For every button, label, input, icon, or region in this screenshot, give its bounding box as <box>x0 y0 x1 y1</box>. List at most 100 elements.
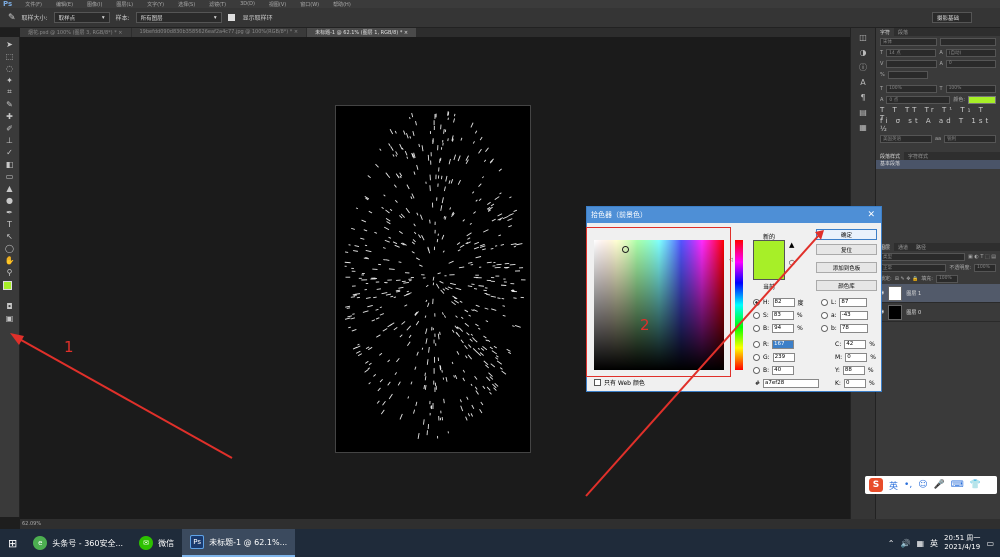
black-input[interactable]: 0 <box>843 379 866 388</box>
doc-tab[interactable]: 烟花.psd @ 100% (图层 3, RGB/8*) * × <box>20 28 131 37</box>
menu-window[interactable]: 窗口(W) <box>293 1 326 8</box>
layer-row[interactable]: ◉ 图层 1 <box>876 284 1000 303</box>
color-libraries-button[interactable]: 颜色库 <box>816 280 877 291</box>
menu-layer[interactable]: 图层(L) <box>109 1 140 8</box>
history-brush-icon[interactable]: ✓ <box>3 147 17 157</box>
taskbar-item-wechat[interactable]: ✉ 微信 <box>131 529 182 557</box>
red-radio[interactable] <box>753 341 760 348</box>
sample-size-select[interactable]: 取样点 ▾ <box>53 12 110 23</box>
menu-select[interactable]: 选择(S) <box>171 1 202 8</box>
lock-icons[interactable]: ⊞ ✎ ✥ 🔒 <box>895 276 919 282</box>
brush-tool-icon[interactable]: ✐ <box>3 123 17 133</box>
info-icon[interactable]: ⓘ <box>856 62 870 73</box>
hscale-field[interactable]: 100% <box>945 84 996 93</box>
saturation-radio[interactable] <box>753 312 760 319</box>
web-safe-icon[interactable]: ⬡ <box>789 259 795 267</box>
green-input[interactable]: 239 <box>772 353 795 362</box>
tab-paragraph-styles[interactable]: 段落样式 <box>876 152 905 160</box>
mic-icon[interactable]: 🎤 <box>934 480 945 490</box>
saturation-input[interactable]: 83 <box>771 311 794 320</box>
windows-icon[interactable]: ⊞ <box>8 537 17 550</box>
history-icon[interactable]: ◫ <box>856 32 870 43</box>
font-style-field[interactable] <box>939 37 996 46</box>
healing-tool-icon[interactable]: ✚ <box>3 111 17 121</box>
shape-tool-icon[interactable]: ◯ <box>3 243 17 253</box>
taskbar-item-photoshop[interactable]: Ps 未标题-1 @ 62.1%... <box>182 529 296 557</box>
brush-panel-icon[interactable]: ▤ <box>856 107 870 118</box>
ok-button[interactable]: 确定 <box>816 229 877 240</box>
eraser-tool-icon[interactable]: ◧ <box>3 159 17 169</box>
quick-mask-icon[interactable]: ◘ <box>3 301 17 311</box>
tab-character[interactable]: 字符 <box>876 28 895 36</box>
skin-icon[interactable]: 👕 <box>970 480 981 490</box>
menu-view[interactable]: 视图(V) <box>262 1 293 8</box>
zoom-tool-icon[interactable]: ⚲ <box>3 267 17 277</box>
font-size-field[interactable]: 14 点 <box>886 48 937 57</box>
hue-radio[interactable] <box>753 299 760 306</box>
magenta-input[interactable]: 0 <box>845 353 868 362</box>
crop-tool-icon[interactable]: ⌗ <box>3 87 17 97</box>
lab-a-radio[interactable] <box>821 312 828 319</box>
clock[interactable]: 20:51 周一 2021/4/19 <box>944 534 980 552</box>
paragraph-icon[interactable]: ¶ <box>856 92 870 103</box>
current-color-swatch[interactable] <box>753 260 785 280</box>
antialias-field[interactable]: 锐利 <box>944 134 997 143</box>
reset-button[interactable]: 复位 <box>816 244 877 255</box>
show-ring-checkbox[interactable] <box>227 14 235 21</box>
opentype-buttons[interactable]: fi σ st A ad T 1st ½ <box>876 117 1000 133</box>
path-select-icon[interactable]: ↖ <box>3 231 17 241</box>
zoom-level[interactable]: 62.09% <box>22 521 41 527</box>
color-icon[interactable]: ◑ <box>856 47 870 58</box>
dialog-titlebar[interactable]: 拾色器（前景色） ✕ <box>587 207 881 223</box>
layer-row[interactable]: ◉ 图层 0 <box>876 303 1000 322</box>
yellow-input[interactable]: 88 <box>842 366 865 375</box>
kerning-field[interactable] <box>886 59 937 68</box>
opacity-field[interactable]: 100% <box>974 263 996 272</box>
tab-character-styles[interactable]: 字符样式 <box>904 152 932 160</box>
network-icon[interactable]: ▦ <box>916 539 924 548</box>
vscale-field[interactable]: 100% <box>886 84 937 93</box>
sogou-icon[interactable]: S <box>869 478 883 492</box>
eyedropper-icon[interactable]: ✎ <box>8 13 16 23</box>
blur-tool-icon[interactable]: ▲ <box>3 183 17 193</box>
tracking-field[interactable]: 0 <box>945 59 996 68</box>
tab-channels[interactable]: 通道 <box>894 243 912 251</box>
blue-input[interactable]: 40 <box>772 366 795 375</box>
brightness-input[interactable]: 94 <box>772 324 795 333</box>
dodge-tool-icon[interactable]: ● <box>3 195 17 205</box>
keyboard-icon[interactable]: ⌨ <box>951 480 964 490</box>
ime-indicator[interactable]: 英 <box>930 538 938 549</box>
screen-mode-icon[interactable]: ▣ <box>3 313 17 323</box>
lasso-tool-icon[interactable]: ◌ <box>3 63 17 73</box>
taskbar-item-browser[interactable]: e 头条号 - 360安全... <box>25 529 131 557</box>
layer-kind-filter[interactable]: 类型 <box>880 252 966 261</box>
hue-slider[interactable] <box>735 240 743 370</box>
lab-b-radio[interactable] <box>821 325 828 332</box>
marquee-tool-icon[interactable]: ⬚ <box>3 51 17 61</box>
close-icon[interactable]: ✕ <box>867 210 875 220</box>
notification-icon[interactable]: ▭ <box>986 539 994 548</box>
character-icon[interactable]: A <box>856 77 870 88</box>
menu-help[interactable]: 帮助(H) <box>326 1 358 8</box>
menu-image[interactable]: 图像(I) <box>80 1 109 8</box>
close-icon[interactable]: × <box>118 30 122 36</box>
type-tool-icon[interactable]: T <box>3 219 17 229</box>
close-icon[interactable]: × <box>404 30 408 36</box>
fill-field[interactable]: 100% <box>935 274 958 283</box>
lab-a-input[interactable]: -43 <box>839 311 868 320</box>
close-icon[interactable]: × <box>294 29 298 35</box>
doc-tab-active[interactable]: 未标题-1 @ 62.1% (图层 1, RGB/8) * × <box>307 28 417 37</box>
tab-paragraph[interactable]: 段落 <box>894 28 912 36</box>
lab-b-input[interactable]: 78 <box>839 324 868 333</box>
start-button[interactable]: ⊞ <box>0 529 25 557</box>
menu-edit[interactable]: 编辑(E) <box>49 1 80 8</box>
eyedropper-tool-icon[interactable]: ✎ <box>3 99 17 109</box>
web-only-checkbox[interactable] <box>594 379 601 386</box>
menu-type[interactable]: 文字(Y) <box>140 1 171 8</box>
text-color-swatch[interactable] <box>968 95 996 104</box>
menu-3d[interactable]: 3D(D) <box>233 1 262 7</box>
ime-toolbar[interactable]: S 英 •, ☺ 🎤 ⌨ 👕 <box>865 476 997 494</box>
swatches-icon[interactable]: ▦ <box>856 122 870 133</box>
menu-filter[interactable]: 滤镜(T) <box>202 1 233 8</box>
move-tool-icon[interactable]: ➤ <box>3 39 17 49</box>
